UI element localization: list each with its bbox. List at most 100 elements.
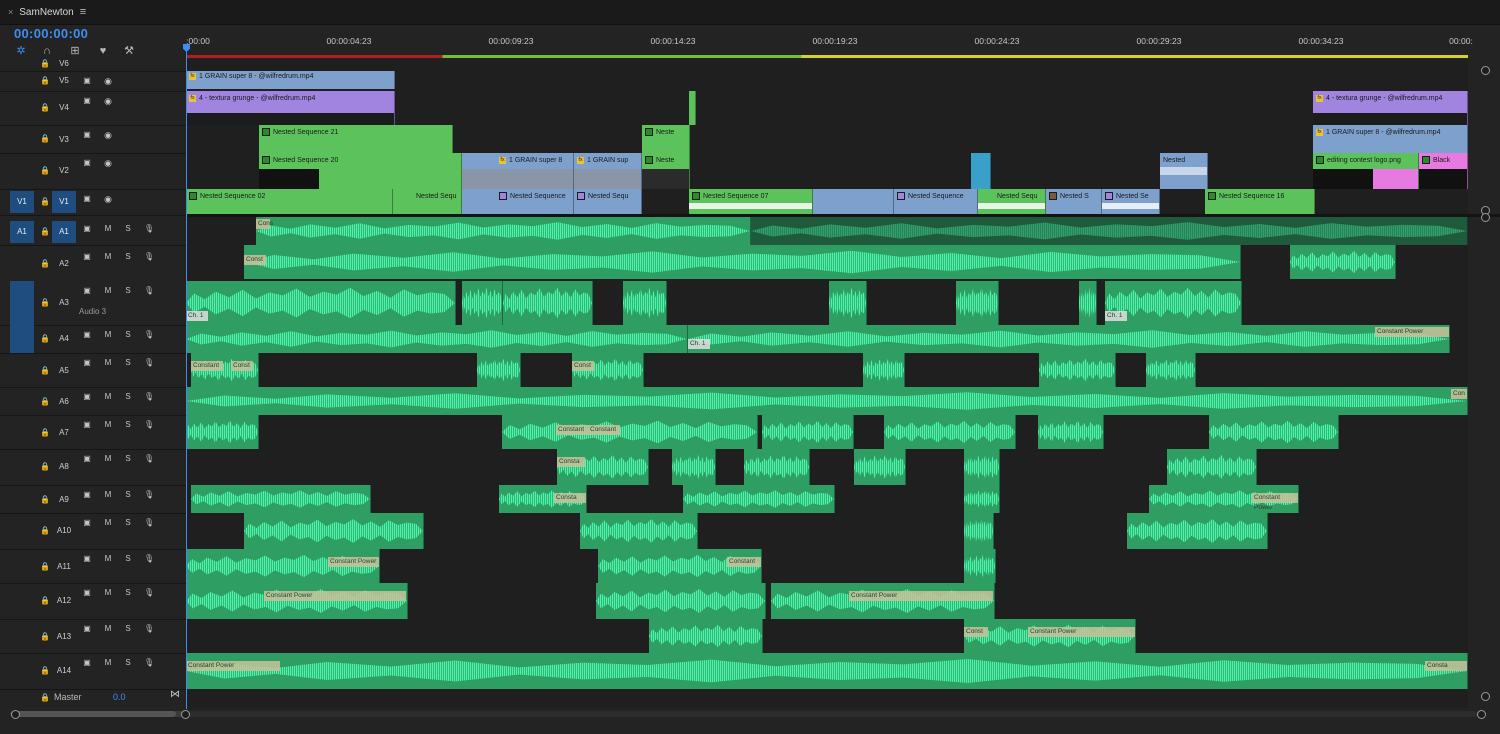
playhead-line[interactable]: [186, 44, 187, 709]
video-clip[interactable]: fx 1 GRAIN super 8: [462, 153, 574, 189]
track-name[interactable]: A3: [52, 292, 76, 314]
lock-icon[interactable]: 🔒: [40, 463, 50, 471]
film-icon[interactable]: ▣: [82, 490, 92, 500]
audio-clip[interactable]: [1167, 449, 1257, 485]
lock-icon[interactable]: 🔒: [40, 335, 50, 343]
lock-icon[interactable]: 🔒: [40, 299, 50, 307]
video-clip[interactable]: Black: [1419, 153, 1468, 189]
scroll-handle[interactable]: [181, 710, 190, 719]
wrench-icon[interactable]: ⚒: [122, 44, 136, 58]
audio-clip[interactable]: [863, 353, 905, 387]
audio-clip[interactable]: Ch. 1: [186, 281, 456, 325]
audio-clip[interactable]: [1209, 415, 1339, 449]
lock-icon[interactable]: 🔒: [40, 496, 50, 504]
mic-icon[interactable]: 🎙: [144, 252, 154, 262]
film-icon[interactable]: ▣: [82, 358, 92, 368]
timeline-zoom-scrollbar[interactable]: [186, 711, 1478, 717]
audio-clip[interactable]: [186, 325, 688, 353]
video-clip[interactable]: Nested Se: [1102, 189, 1160, 215]
film-icon[interactable]: ▣: [82, 76, 92, 86]
audio-clip[interactable]: Constant Power: [771, 583, 995, 619]
audio-clip[interactable]: [462, 281, 503, 325]
pin-icon[interactable]: ⋈: [170, 690, 180, 700]
lock-icon[interactable]: 🔒: [40, 367, 50, 375]
solo-button[interactable]: S: [123, 554, 133, 564]
film-icon[interactable]: ▣: [82, 454, 92, 464]
lock-icon[interactable]: 🔒: [40, 563, 50, 571]
audio-clip[interactable]: [596, 583, 766, 619]
header-scrollbar[interactable]: [10, 711, 184, 717]
video-clip[interactable]: Nested Sequence 07: [689, 189, 813, 215]
film-icon[interactable]: ▣: [82, 158, 92, 168]
scroll-handle[interactable]: [11, 710, 20, 719]
audio-clip[interactable]: Constant Power: [1149, 485, 1299, 513]
video-clip[interactable]: [813, 189, 894, 215]
lock-icon[interactable]: 🔒: [40, 260, 50, 268]
lock-icon[interactable]: 🔒: [40, 135, 50, 143]
video-clip[interactable]: Nested Sequence 21: [259, 125, 453, 153]
audio-clip[interactable]: Constant: [598, 549, 762, 583]
eye-icon[interactable]: ◉: [103, 76, 113, 86]
lock-icon[interactable]: 🔒: [40, 633, 50, 641]
source-patch-v1[interactable]: V1: [10, 191, 34, 213]
master-volume-value[interactable]: 0.0: [113, 692, 126, 702]
audio-clip[interactable]: [854, 449, 906, 485]
video-clip[interactable]: fx 1 GRAIN super 8 - @wilfredrum.mp4: [1313, 125, 1468, 153]
audio-clip[interactable]: [762, 415, 854, 449]
track-name[interactable]: A11: [52, 556, 76, 578]
film-icon[interactable]: ▣: [82, 252, 92, 262]
solo-button[interactable]: S: [123, 624, 133, 634]
close-tab-icon[interactable]: ×: [8, 7, 13, 17]
marker-icon[interactable]: ♥: [96, 44, 110, 58]
film-icon[interactable]: ▣: [82, 194, 92, 204]
mute-button[interactable]: M: [103, 658, 113, 668]
film-icon[interactable]: ▣: [82, 330, 92, 340]
track-name[interactable]: A14: [52, 660, 76, 682]
video-clip[interactable]: fx 1 GRAIN super 8 - @wilfredrum.mp4: [186, 71, 395, 89]
audio-clip[interactable]: Ch. 1 Constant Power: [688, 325, 1450, 353]
audio-clip[interactable]: Const: [244, 245, 1241, 279]
eye-icon[interactable]: ◉: [103, 130, 113, 140]
audio-clip[interactable]: Const Constant Power: [964, 619, 1136, 653]
audio-clip[interactable]: Con: [186, 387, 1468, 415]
mute-button[interactable]: M: [103, 518, 113, 528]
lock-icon[interactable]: 🔒: [40, 104, 50, 112]
mute-button[interactable]: M: [103, 588, 113, 598]
scroll-handle[interactable]: [1481, 66, 1490, 75]
film-icon[interactable]: ▣: [82, 96, 92, 106]
source-patch-a4[interactable]: [10, 325, 34, 353]
audio-clip[interactable]: Const: [572, 353, 644, 387]
audio-clip[interactable]: Constant Const: [191, 353, 259, 387]
audio-clip[interactable]: [649, 619, 763, 653]
film-icon[interactable]: ▣: [82, 130, 92, 140]
audio-clip[interactable]: Constant Power: [186, 549, 380, 583]
mic-icon[interactable]: 🎙: [144, 588, 154, 598]
track-name[interactable]: A8: [52, 456, 76, 478]
audio-clip[interactable]: [244, 513, 424, 549]
lock-icon[interactable]: 🔒: [40, 694, 50, 702]
track-name[interactable]: A1: [52, 221, 76, 243]
track-name[interactable]: A5: [52, 360, 76, 382]
audio-clip[interactable]: [477, 353, 521, 387]
mute-button[interactable]: M: [103, 392, 113, 402]
audio-clip[interactable]: [884, 415, 1016, 449]
video-clip[interactable]: Neste: [642, 153, 690, 189]
mic-icon[interactable]: 🎙: [144, 518, 154, 528]
audio-clip[interactable]: [503, 281, 593, 325]
time-ruler[interactable]: :00:00 00:00:04:23 00:00:09:23 00:00:14:…: [186, 28, 1473, 58]
track-name[interactable]: A10: [52, 520, 76, 542]
audio-clip[interactable]: [1290, 245, 1396, 279]
mute-button[interactable]: M: [103, 490, 113, 500]
audio-clip[interactable]: Constant Power Consta: [186, 653, 1468, 689]
mic-icon[interactable]: 🎙: [144, 624, 154, 634]
mic-icon[interactable]: 🎙: [144, 358, 154, 368]
audio-clip[interactable]: Consta: [557, 449, 649, 485]
source-patch-a3[interactable]: [10, 281, 34, 325]
vertical-scroll[interactable]: [1478, 59, 1492, 709]
solo-button[interactable]: S: [123, 224, 133, 234]
audio-clip[interactable]: [964, 513, 994, 549]
audio-clip[interactable]: [1146, 353, 1196, 387]
audio-clip[interactable]: Cons: [256, 217, 751, 245]
audio-clip[interactable]: [623, 281, 667, 325]
mute-button[interactable]: M: [103, 358, 113, 368]
